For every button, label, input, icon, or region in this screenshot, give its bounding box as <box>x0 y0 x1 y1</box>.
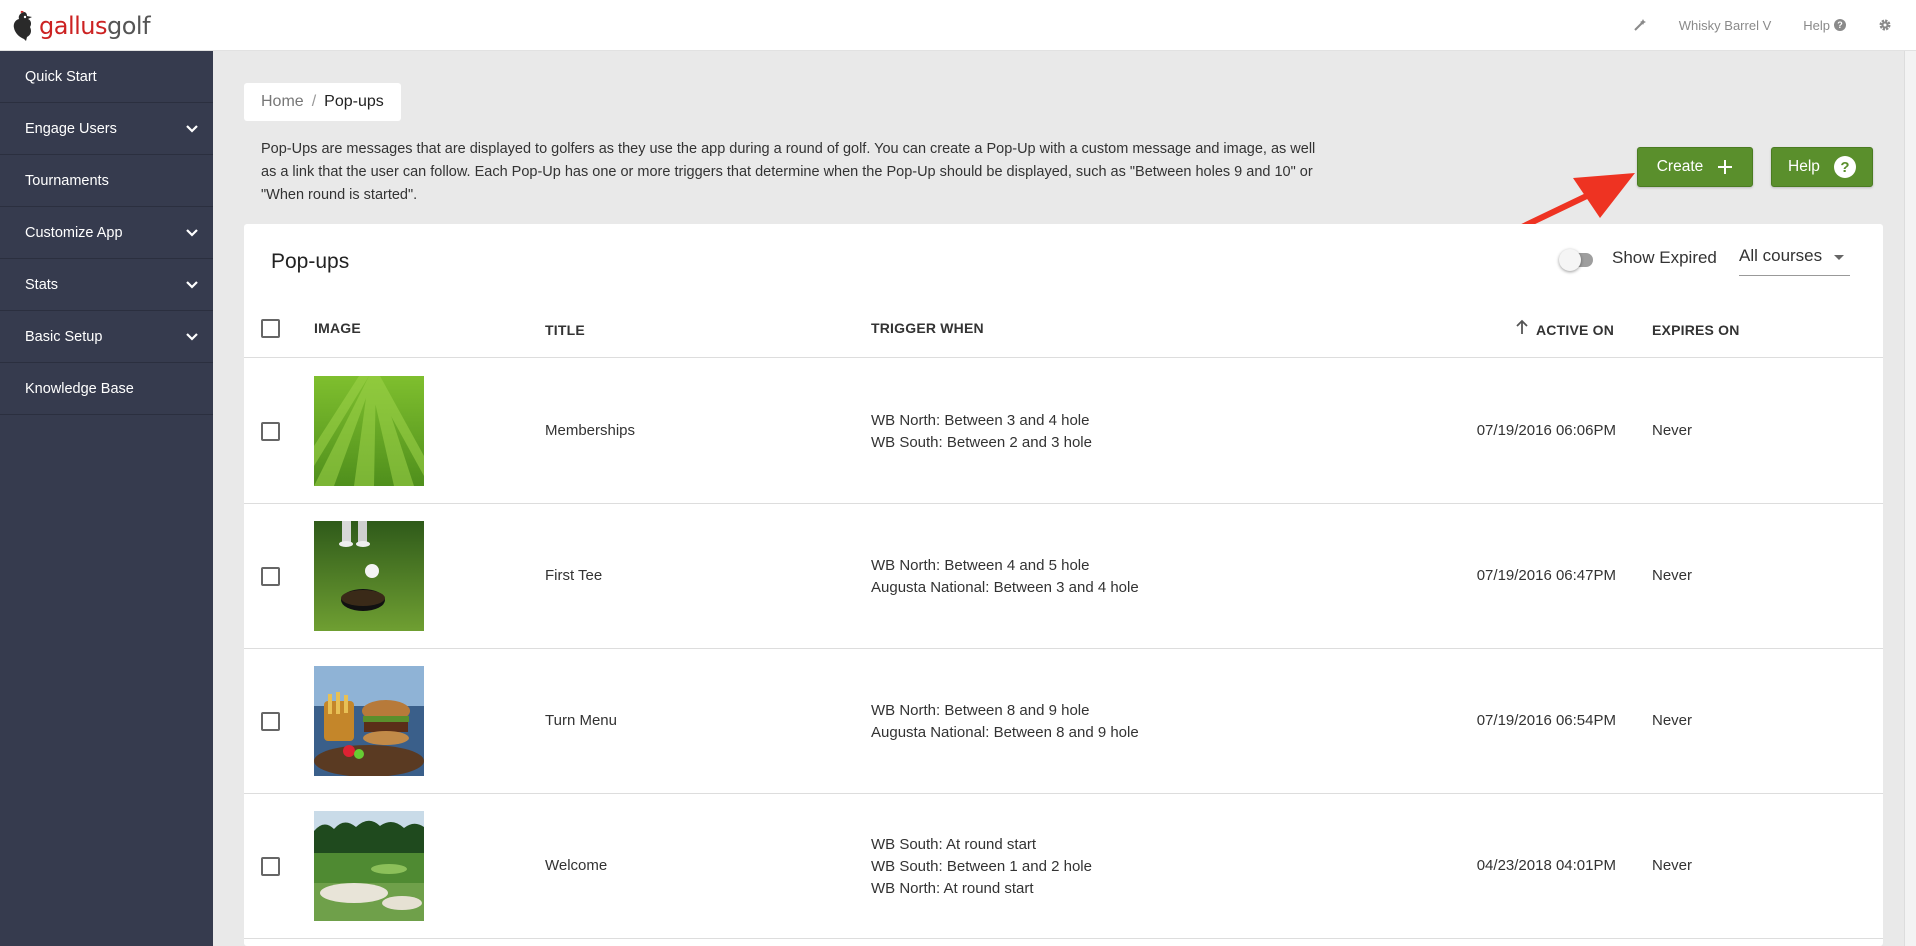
row-title: First Tee <box>545 567 603 584</box>
course-selector[interactable]: Whisky Barrel V <box>1679 18 1771 33</box>
magic-wand-icon <box>1634 19 1646 31</box>
table-header: IMAGE TITLE TRIGGER WHEN ACTIVE ON EXPIR… <box>244 314 1883 358</box>
select-all-checkbox[interactable] <box>261 319 280 338</box>
row-expires-on: Never <box>1652 567 1693 584</box>
create-button-label: Create <box>1656 158 1704 175</box>
sidebar-item-tournaments[interactable]: Tournaments <box>0 155 213 207</box>
vertical-scrollbar[interactable] <box>1904 51 1916 946</box>
trigger-line: Augusta National: Between 3 and 4 hole <box>871 579 1139 596</box>
breadcrumb: Home / Pop-ups <box>244 83 401 121</box>
sort-arrow-up-icon[interactable] <box>1514 318 1530 336</box>
trigger-line: WB North: At round start <box>871 880 1034 897</box>
trigger-line: WB North: Between 4 and 5 hole <box>871 557 1090 574</box>
top-nav: Whisky Barrel V Help ? <box>1633 0 1892 50</box>
column-header-title[interactable]: TITLE <box>545 322 585 338</box>
column-header-active-on[interactable]: ACTIVE ON <box>1536 322 1614 338</box>
page-description: Pop-Ups are messages that are displayed … <box>261 141 1316 203</box>
trigger-line: WB North: Between 8 and 9 hole <box>871 702 1090 719</box>
help-link-label: Help <box>1803 17 1830 33</box>
magic-wand-button[interactable] <box>1633 18 1647 32</box>
row-active-on: 07/19/2016 06:47PM <box>1476 567 1616 584</box>
sidebar-item-stats[interactable]: Stats <box>0 259 213 311</box>
breadcrumb-home-link[interactable]: Home <box>261 93 304 111</box>
settings-button[interactable] <box>1878 18 1892 32</box>
table-row[interactable]: Welcome WB South: At round start WB Sout… <box>244 794 1883 939</box>
popup-thumbnail-image[interactable] <box>314 376 424 486</box>
create-button[interactable]: Create <box>1637 147 1753 187</box>
sidebar-item-quick-start[interactable]: Quick Start <box>0 51 213 103</box>
row-triggers: WB North: Between 4 and 5 hole Augusta N… <box>871 555 1139 599</box>
column-header-image: IMAGE <box>314 320 361 336</box>
column-header-trigger[interactable]: TRIGGER WHEN <box>871 320 984 336</box>
row-checkbox[interactable] <box>261 422 280 441</box>
row-triggers: WB North: Between 8 and 9 hole Augusta N… <box>871 700 1139 744</box>
sidebar-item-label: Quick Start <box>25 68 97 85</box>
sidebar-item-engage-users[interactable]: Engage Users <box>0 103 213 155</box>
breadcrumb-current: Pop-ups <box>324 93 384 110</box>
chevron-down-icon <box>186 124 198 133</box>
row-title: Memberships <box>545 422 636 439</box>
row-title: Turn Menu <box>545 712 617 729</box>
sidebar-item-label: Basic Setup <box>25 328 103 345</box>
trigger-line: WB South: At round start <box>871 836 1037 853</box>
course-name: Whisky Barrel V <box>1678 17 1772 33</box>
question-circle-icon: ? <box>1834 19 1846 31</box>
popup-thumbnail-image[interactable] <box>314 521 424 631</box>
table-row[interactable]: Memberships WB North: Between 3 and 4 ho… <box>244 359 1883 504</box>
row-title: Welcome <box>545 857 608 874</box>
trigger-line: WB South: Between 1 and 2 hole <box>871 858 1092 875</box>
card-title: Pop-ups <box>271 250 350 273</box>
row-active-on: 07/19/2016 06:06PM <box>1476 422 1616 439</box>
course-filter-select[interactable]: All courses <box>1739 246 1850 276</box>
row-checkbox[interactable] <box>261 567 280 586</box>
popups-card: Pop-ups Show Expired All courses IMAGE T… <box>244 224 1883 946</box>
toggle-knob <box>1559 249 1581 271</box>
sidebar-item-customize-app[interactable]: Customize App <box>0 207 213 259</box>
sidebar-item-label: Stats <box>25 276 59 293</box>
sidebar: Quick Start Engage Users Tournaments Cus… <box>0 51 213 946</box>
sidebar-item-knowledge-base[interactable]: Knowledge Base <box>0 363 213 415</box>
column-header-expires-on[interactable]: EXPIRES ON <box>1652 322 1740 338</box>
gear-icon <box>1879 19 1891 31</box>
chevron-down-icon <box>186 332 198 341</box>
row-checkbox[interactable] <box>261 712 280 731</box>
popup-thumbnail-image[interactable] <box>314 811 424 921</box>
trigger-line: WB North: Between 3 and 4 hole <box>871 412 1090 429</box>
help-menu-link[interactable]: Help ? <box>1803 18 1846 33</box>
row-expires-on: Never <box>1652 422 1693 439</box>
show-expired-label: Show Expired <box>1612 248 1717 267</box>
gallus-golf-logo[interactable]: gallusgolf <box>10 10 151 42</box>
help-button-label: Help <box>1788 158 1820 175</box>
question-circle-icon: ? <box>1833 156 1856 178</box>
table-row[interactable]: Turn Menu WB North: Between 8 and 9 hole… <box>244 649 1883 794</box>
help-button[interactable]: Help ? <box>1771 147 1873 187</box>
sidebar-item-label: Knowledge Base <box>25 380 134 397</box>
trigger-line: Augusta National: Between 8 and 9 hole <box>871 724 1139 741</box>
plus-icon <box>1718 160 1733 174</box>
popup-thumbnail-image[interactable] <box>314 666 424 776</box>
table-row[interactable]: First Tee WB North: Between 4 and 5 hole… <box>244 504 1883 649</box>
chevron-down-icon <box>186 228 198 237</box>
breadcrumb-separator: / <box>311 93 317 110</box>
row-triggers: WB North: Between 3 and 4 hole WB South:… <box>871 410 1092 454</box>
sidebar-item-label: Tournaments <box>25 172 109 189</box>
chevron-down-icon <box>186 280 198 289</box>
row-expires-on: Never <box>1652 712 1693 729</box>
course-filter-value: All courses <box>1739 246 1823 265</box>
top-bar: gallusgolf Whisky Barrel V Help ? <box>0 0 1916 51</box>
sidebar-item-label: Customize App <box>25 224 123 241</box>
row-active-on: 07/19/2016 06:54PM <box>1476 712 1616 729</box>
sidebar-item-basic-setup[interactable]: Basic Setup <box>0 311 213 363</box>
row-triggers: WB South: At round start WB South: Betwe… <box>871 834 1092 900</box>
show-expired-toggle[interactable] <box>1559 247 1595 271</box>
logo-wordmark: gallusgolf <box>39 12 151 40</box>
row-active-on: 04/23/2018 04:01PM <box>1476 857 1616 874</box>
row-checkbox[interactable] <box>261 857 280 876</box>
rooster-logo-icon <box>13 10 32 41</box>
trigger-line: WB South: Between 2 and 3 hole <box>871 434 1092 451</box>
caret-down-icon <box>1834 255 1844 260</box>
sidebar-item-label: Engage Users <box>25 120 117 137</box>
row-expires-on: Never <box>1652 857 1693 874</box>
